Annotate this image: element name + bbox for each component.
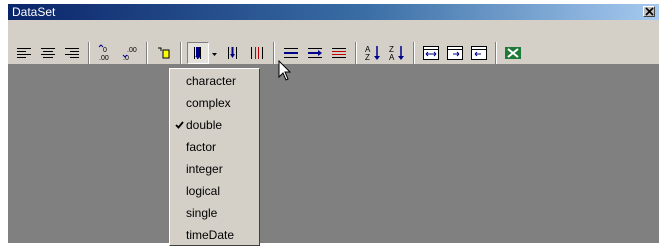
menu-item-label: single — [186, 206, 218, 220]
toolbar-separator — [495, 42, 497, 64]
menu-item-integer[interactable]: integer — [170, 159, 259, 181]
toolbar-separator — [88, 42, 90, 64]
close-x-icon — [645, 7, 654, 16]
menu-item-label: integer — [186, 162, 223, 176]
mouse-pointer-icon — [278, 60, 292, 81]
sort-descending-button[interactable]: Z A — [386, 42, 408, 64]
align-center-icon — [41, 48, 55, 58]
checkmark-icon — [175, 121, 184, 129]
fit-page-button[interactable] — [444, 42, 466, 64]
menu-item-timedate[interactable]: timeDate — [170, 225, 259, 247]
toolbar-separator — [273, 42, 275, 64]
paint-format-button[interactable] — [153, 42, 175, 64]
fit-page-icon — [447, 46, 463, 60]
sort-descending-icon: Z A — [389, 45, 404, 62]
increase-decimal-icon: 0 .00 — [98, 44, 109, 62]
delete-columns-button[interactable] — [246, 42, 268, 64]
remove-rows-icon — [332, 48, 346, 58]
shrink-button[interactable] — [468, 42, 490, 64]
menu-item-label: factor — [186, 140, 217, 154]
menu-item-label: double — [186, 118, 223, 132]
insert-rows-button[interactable] — [222, 42, 244, 64]
column-type-dropdown-arrow[interactable] — [209, 42, 220, 64]
menu-item-logical[interactable]: logical — [170, 181, 259, 203]
insert-column-button[interactable] — [187, 42, 209, 64]
paint-format-icon — [158, 47, 170, 59]
svg-text:0: 0 — [103, 47, 107, 54]
insert-rows-icon — [228, 47, 237, 59]
menu-item-label: complex — [186, 96, 231, 110]
outdent-button[interactable] — [304, 42, 326, 64]
menu-item-character[interactable]: character — [170, 71, 259, 93]
align-left-icon — [17, 48, 31, 58]
sort-ascending-icon: A Z — [365, 45, 380, 62]
svg-text:Z: Z — [365, 53, 370, 62]
excel-export-icon — [505, 47, 521, 59]
title-bar[interactable]: DataSet — [8, 4, 659, 20]
menu-item-double[interactable]: double — [170, 115, 259, 137]
toolbar-separator — [413, 42, 415, 64]
fit-width-icon — [423, 46, 439, 60]
svg-text:.00: .00 — [127, 47, 137, 54]
menu-item-label: timeDate — [186, 228, 235, 242]
increase-decimal-button[interactable]: 0 .00 — [95, 42, 117, 64]
align-right-button[interactable] — [61, 42, 83, 64]
toolbar-separator — [180, 42, 182, 64]
insert-column-icon — [194, 47, 201, 59]
excel-export-button[interactable] — [502, 42, 524, 64]
menu-item-single[interactable]: single — [170, 203, 259, 225]
decrease-decimal-button[interactable]: .00 .0 — [119, 42, 141, 64]
menu-item-label: character — [186, 74, 237, 88]
shrink-icon — [471, 46, 487, 60]
chevron-down-icon — [212, 53, 217, 56]
toolbar-separator — [146, 42, 148, 64]
outdent-icon — [308, 48, 322, 58]
svg-text:.00: .00 — [99, 55, 109, 62]
column-type-menu: character complex double factor integer … — [169, 68, 260, 246]
toolbar: 0 .00 .00 .0 A Z Z A — [8, 20, 659, 65]
align-left-button[interactable] — [13, 42, 35, 64]
dataset-window: DataSet 0 .00 .00 .0 A Z Z A character c… — [8, 4, 659, 246]
close-button[interactable] — [643, 6, 655, 17]
remove-rows-button[interactable] — [328, 42, 350, 64]
decrease-decimal-icon: .00 .0 — [122, 47, 137, 62]
sort-ascending-button[interactable]: A Z — [362, 42, 384, 64]
menu-item-factor[interactable]: factor — [170, 137, 259, 159]
data-grid-area[interactable] — [8, 65, 659, 243]
toolbar-separator — [355, 42, 357, 64]
align-center-button[interactable] — [37, 42, 59, 64]
menu-item-complex[interactable]: complex — [170, 93, 259, 115]
menu-item-label: logical — [186, 184, 221, 198]
delete-columns-icon — [251, 47, 263, 59]
align-right-icon — [65, 48, 79, 58]
window-title: DataSet — [12, 5, 56, 19]
svg-text:A: A — [389, 53, 395, 62]
fit-width-button[interactable] — [420, 42, 442, 64]
